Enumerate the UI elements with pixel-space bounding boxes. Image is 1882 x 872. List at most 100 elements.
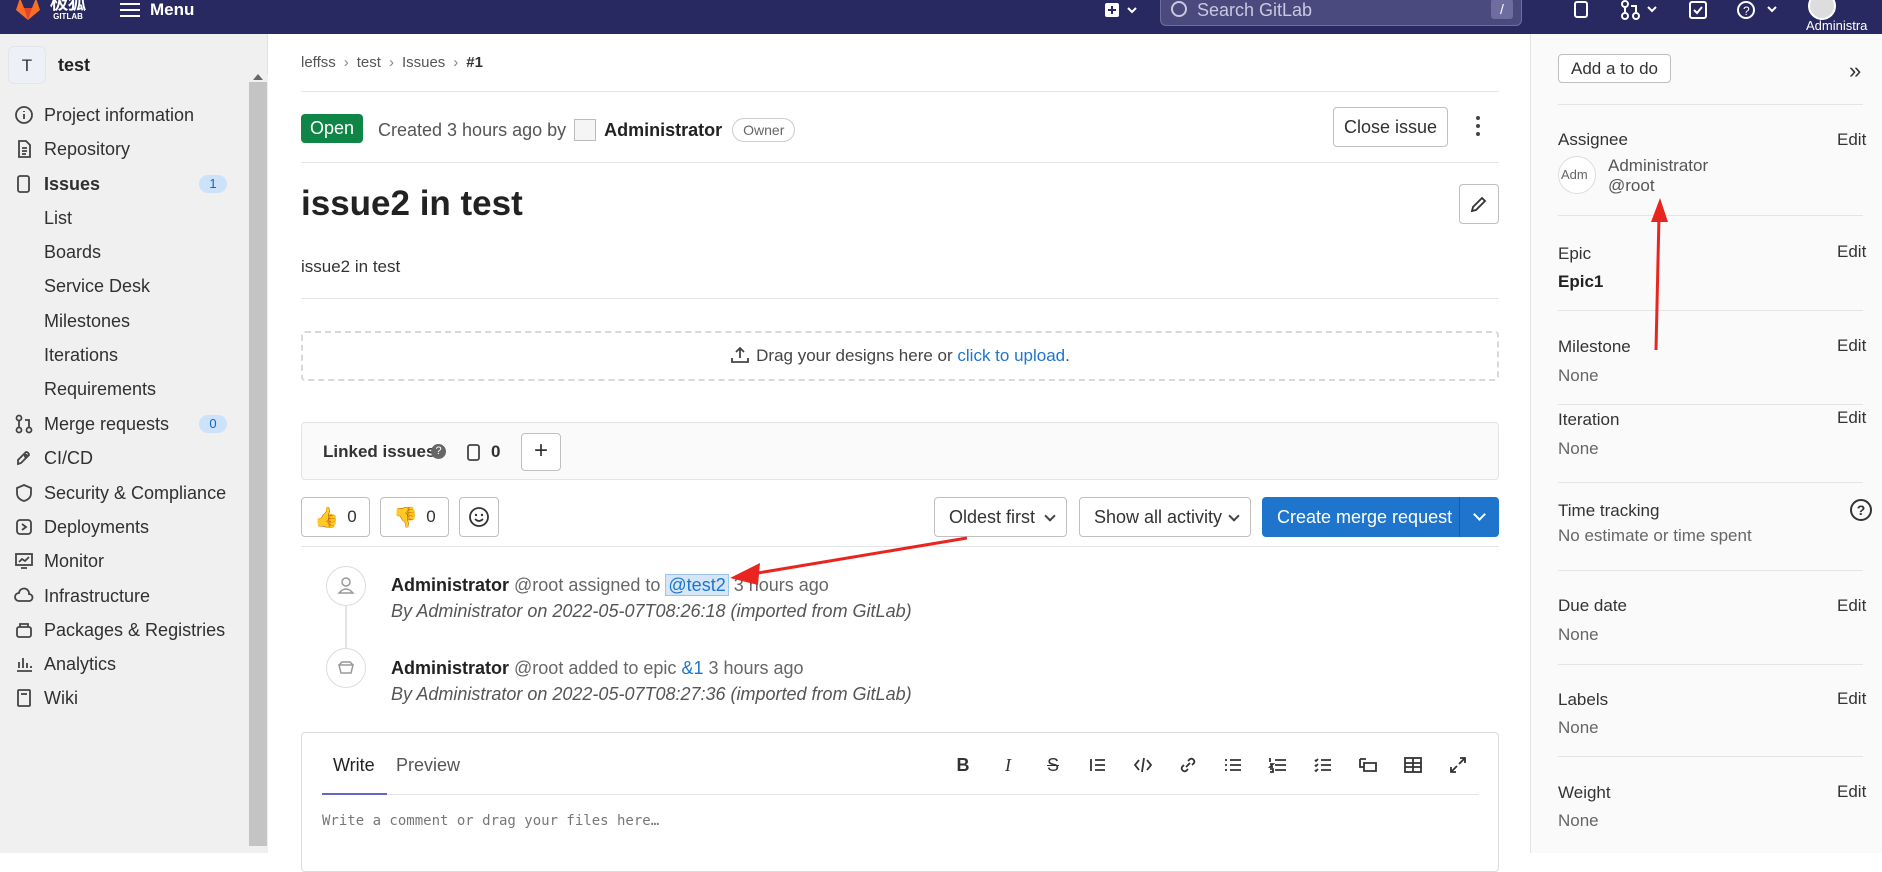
add-reaction-button[interactable] <box>459 497 499 537</box>
linked-issues-count: 0 <box>491 442 501 461</box>
numbered-list-icon[interactable] <box>1267 755 1289 777</box>
status-badge: Open <box>301 114 363 143</box>
sidebar-item-iterations[interactable]: Iterations <box>0 336 248 374</box>
sidebar-item-merge-requests[interactable]: Merge requests 0 <box>0 405 248 443</box>
sidebar-item-monitor[interactable]: Monitor <box>0 542 248 580</box>
breadcrumb-issues[interactable]: Issues <box>402 54 445 71</box>
weight-edit[interactable]: Edit <box>1837 782 1866 802</box>
monitor-icon <box>14 551 34 571</box>
merge-requests-shortcut[interactable] <box>1620 0 1660 20</box>
thumbs-up-button[interactable]: 👍 0 <box>301 497 370 537</box>
sidebar-item-label: Merge requests <box>44 413 170 434</box>
chevron-down-icon[interactable] <box>1473 508 1486 521</box>
breadcrumb-project[interactable]: test <box>357 54 381 71</box>
sidebar-item-label: Wiki <box>44 687 78 708</box>
issues-icon <box>14 174 34 194</box>
quote-icon[interactable] <box>1087 755 1109 777</box>
deployments-icon <box>14 517 34 537</box>
sidebar-item-ci-cd[interactable]: CI/CD <box>0 439 248 477</box>
chart-icon <box>14 654 34 674</box>
sidebar-item-service-desk[interactable]: Service Desk <box>0 267 248 305</box>
sidebar-item-project-information[interactable]: Project information <box>0 96 248 134</box>
italic-icon[interactable]: I <box>997 755 1019 777</box>
epic-edit[interactable]: Edit <box>1837 242 1866 262</box>
labels-edit[interactable]: Edit <box>1837 689 1866 709</box>
collapse-sidebar-icon[interactable]: » <box>1849 58 1861 84</box>
sidebar-item-repository[interactable]: Repository <box>0 130 248 168</box>
due-date-edit[interactable]: Edit <box>1837 596 1866 616</box>
sidebar-item-wiki[interactable]: Wiki <box>0 679 248 717</box>
breadcrumb-group[interactable]: leffss <box>301 54 336 71</box>
upload-link[interactable]: click to upload <box>957 346 1065 365</box>
logo-subtext: GITLAB <box>53 12 83 21</box>
breadcrumb-issue[interactable]: #1 <box>466 54 483 71</box>
sort-label: Oldest first <box>949 507 1036 527</box>
user-mention[interactable]: @test2 <box>665 574 729 596</box>
issues-shortcut[interactable] <box>1572 0 1592 20</box>
task-list-icon[interactable] <box>1312 755 1334 777</box>
search-input[interactable]: Search GitLab / <box>1160 0 1522 26</box>
gitlab-logo[interactable]: 极狐 GITLAB <box>14 0 86 24</box>
todos-shortcut[interactable] <box>1688 0 1708 20</box>
note-author[interactable]: Administrator <box>391 658 509 678</box>
iteration-label: Iteration <box>1558 410 1620 429</box>
merge-request-icon <box>1621 0 1657 20</box>
sidebar-item-packages-registries[interactable]: Packages & Registries <box>0 611 248 649</box>
hamburger-icon <box>120 3 140 17</box>
add-todo-button[interactable]: Add a to do <box>1558 54 1671 83</box>
edit-title-button[interactable] <box>1459 184 1499 224</box>
table-icon[interactable] <box>1402 755 1424 777</box>
bold-icon[interactable]: B <box>952 755 974 777</box>
sidebar-item-infrastructure[interactable]: Infrastructure <box>0 577 248 615</box>
sidebar-item-deployments[interactable]: Deployments <box>0 508 248 546</box>
question-icon[interactable]: ? <box>431 444 446 459</box>
epic-link[interactable]: &1 <box>681 658 703 678</box>
milestone-value: None <box>1558 366 1599 385</box>
strikethrough-icon[interactable]: S <box>1042 755 1064 777</box>
bullet-list-icon[interactable] <box>1222 755 1244 777</box>
sidebar-item-milestones[interactable]: Milestones <box>0 302 248 340</box>
activity-filter-dropdown[interactable]: Show all activity <box>1079 497 1251 537</box>
author-link[interactable]: Administrator <box>604 120 722 141</box>
assignee-name[interactable]: Administrator <box>1608 156 1708 176</box>
collapsible-icon[interactable] <box>1357 755 1379 777</box>
help-icon[interactable]: ? <box>1850 499 1872 521</box>
epic-value[interactable]: Epic1 <box>1558 272 1603 292</box>
project-header[interactable]: T test <box>8 46 90 84</box>
assignee-avatar[interactable]: Adm <box>1558 156 1596 194</box>
project-name: test <box>58 54 91 75</box>
sidebar-item-label: Analytics <box>44 653 117 674</box>
code-icon[interactable] <box>1132 755 1154 777</box>
sidebar-item-analytics[interactable]: Analytics <box>0 645 248 683</box>
sidebar-item-boards[interactable]: Boards <box>0 233 248 271</box>
help-dropdown[interactable]: ? <box>1736 0 1780 20</box>
menu-button[interactable]: Menu <box>120 0 194 20</box>
comment-textarea[interactable]: Write a comment or drag your files here… <box>322 813 659 829</box>
close-issue-button[interactable]: Close issue <box>1333 107 1448 147</box>
sidebar-scrollbar-thumb[interactable] <box>249 82 267 846</box>
add-linked-issue-button[interactable]: + <box>521 433 561 471</box>
link-icon[interactable] <box>1177 755 1199 777</box>
assignee-edit[interactable]: Edit <box>1837 130 1866 150</box>
design-dropzone[interactable]: Drag your designs here or click to uploa… <box>301 331 1499 381</box>
iteration-edit[interactable]: Edit <box>1837 408 1866 428</box>
sidebar-item-label: CI/CD <box>44 447 93 468</box>
thumbs-down-button[interactable]: 👎 0 <box>380 497 449 537</box>
milestone-edit[interactable]: Edit <box>1837 336 1866 356</box>
sidebar-item-requirements[interactable]: Requirements <box>0 370 248 408</box>
sidebar-item-security-compliance[interactable]: Security & Compliance <box>0 474 248 512</box>
create-merge-request-button[interactable]: Create merge request <box>1262 497 1499 537</box>
sidebar-item-label: Repository <box>44 138 131 159</box>
tab-write[interactable]: Write <box>333 755 375 776</box>
more-actions-icon[interactable] <box>1475 116 1481 140</box>
new-dropdown-button[interactable] <box>1104 0 1138 20</box>
thumbs-up-count: 0 <box>347 507 357 526</box>
note-author[interactable]: Administrator <box>391 575 509 595</box>
scroll-up-arrow-icon[interactable] <box>253 74 263 80</box>
labels-value: None <box>1558 718 1599 737</box>
fullscreen-icon[interactable] <box>1447 755 1469 777</box>
sort-dropdown[interactable]: Oldest first <box>934 497 1067 537</box>
sidebar-item-issues[interactable]: Issues 1 <box>0 165 248 203</box>
sidebar-item-list[interactable]: List <box>0 199 248 237</box>
tab-preview[interactable]: Preview <box>396 755 460 776</box>
